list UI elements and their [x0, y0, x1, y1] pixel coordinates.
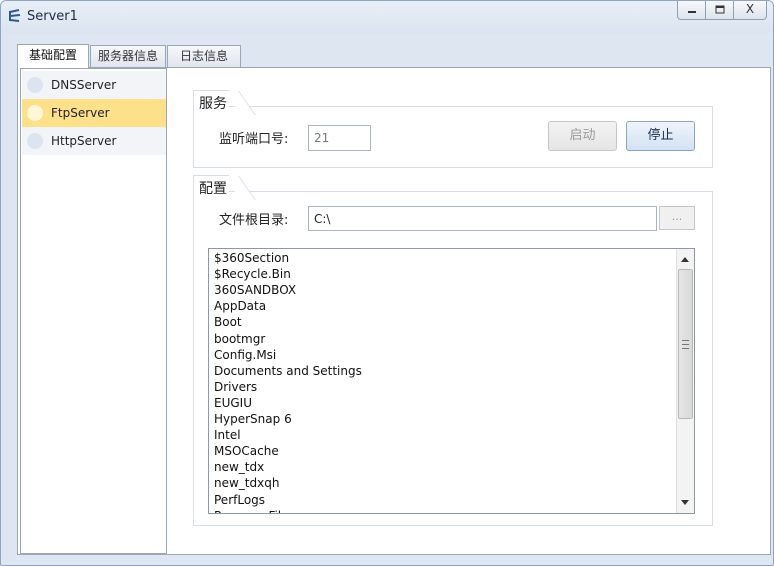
close-button[interactable]: X — [733, 1, 767, 20]
minimize-button[interactable] — [677, 1, 706, 20]
root-dir-input[interactable]: C:\ — [308, 206, 657, 231]
file-list-item[interactable]: new_tdx — [214, 460, 264, 474]
scroll-down-icon[interactable] — [681, 500, 689, 505]
file-list-scrollbar[interactable] — [676, 249, 694, 513]
file-list-item[interactable]: Boot — [214, 315, 242, 329]
file-list-item[interactable]: Intel — [214, 428, 241, 442]
tab-server-info[interactable]: 服务器信息 — [90, 45, 166, 67]
server-item-label: HttpServer — [51, 134, 117, 148]
scroll-thumb[interactable] — [678, 269, 693, 419]
tab-log-info[interactable]: 日志信息 — [167, 45, 241, 67]
file-list-item[interactable]: MSOCache — [214, 444, 279, 458]
start-button[interactable]: 启动 — [548, 121, 617, 151]
file-list-item[interactable]: HyperSnap 6 — [214, 412, 292, 426]
root-dir-label: 文件根目录: — [219, 213, 289, 228]
maximize-icon — [715, 5, 724, 14]
server-list: DNSServer FtpServer HttpServer — [20, 68, 167, 554]
close-icon: X — [745, 2, 755, 16]
grip-icon — [682, 340, 689, 349]
server-app-icon — [9, 9, 21, 22]
file-list-item[interactable]: 360SANDBOX — [214, 283, 296, 297]
stop-button[interactable]: 停止 — [626, 121, 695, 151]
server-item-http[interactable]: HttpServer — [22, 127, 166, 155]
file-list-item[interactable]: Documents and Settings — [214, 364, 362, 378]
file-list-item[interactable]: PerfLogs — [214, 493, 265, 507]
server-status-icon — [27, 77, 43, 93]
file-list-item[interactable]: Program Files — [214, 509, 295, 513]
server-item-label: FtpServer — [51, 106, 110, 120]
server-status-icon — [27, 105, 43, 121]
file-list-item[interactable]: $Recycle.Bin — [214, 267, 291, 281]
server-item-dns[interactable]: DNSServer — [22, 71, 166, 99]
service-group-title: 服务 — [199, 96, 227, 112]
file-list-item[interactable]: bootmgr — [214, 332, 265, 346]
minimize-icon — [687, 11, 696, 13]
file-list-item[interactable]: EUGIU — [214, 396, 252, 410]
scroll-up-icon[interactable] — [681, 257, 689, 262]
server-item-label: DNSServer — [51, 78, 117, 92]
port-input[interactable]: 21 — [308, 125, 371, 151]
tab-content: DNSServer FtpServer HttpServer 服务 监听端口号:… — [17, 67, 771, 555]
server-window: Server1 X 基础配置 服务器信息 日志信息 DNSServer FtpS… — [0, 0, 774, 566]
file-list-item[interactable]: new_tdxqh — [214, 476, 279, 490]
file-list-item[interactable]: AppData — [214, 299, 266, 313]
file-list-item[interactable]: Config.Msi — [214, 348, 276, 362]
window-title: Server1 — [27, 9, 78, 24]
maximize-button[interactable] — [705, 1, 734, 20]
title-bar: Server1 X — [1, 1, 773, 33]
file-list-item[interactable]: Drivers — [214, 380, 257, 394]
file-list-item[interactable]: $360Section — [214, 251, 289, 265]
config-group-title: 配置 — [199, 181, 227, 197]
browse-button[interactable]: ... — [659, 206, 695, 230]
port-label: 监听端口号: — [219, 132, 289, 147]
server-item-ftp[interactable]: FtpServer — [22, 99, 166, 127]
server-status-icon — [27, 133, 43, 149]
tab-basic-config[interactable]: 基础配置 — [17, 44, 89, 68]
file-listbox[interactable]: Program Files PerfLogs new_tdxqh new_tdx MSO… — [208, 248, 695, 514]
